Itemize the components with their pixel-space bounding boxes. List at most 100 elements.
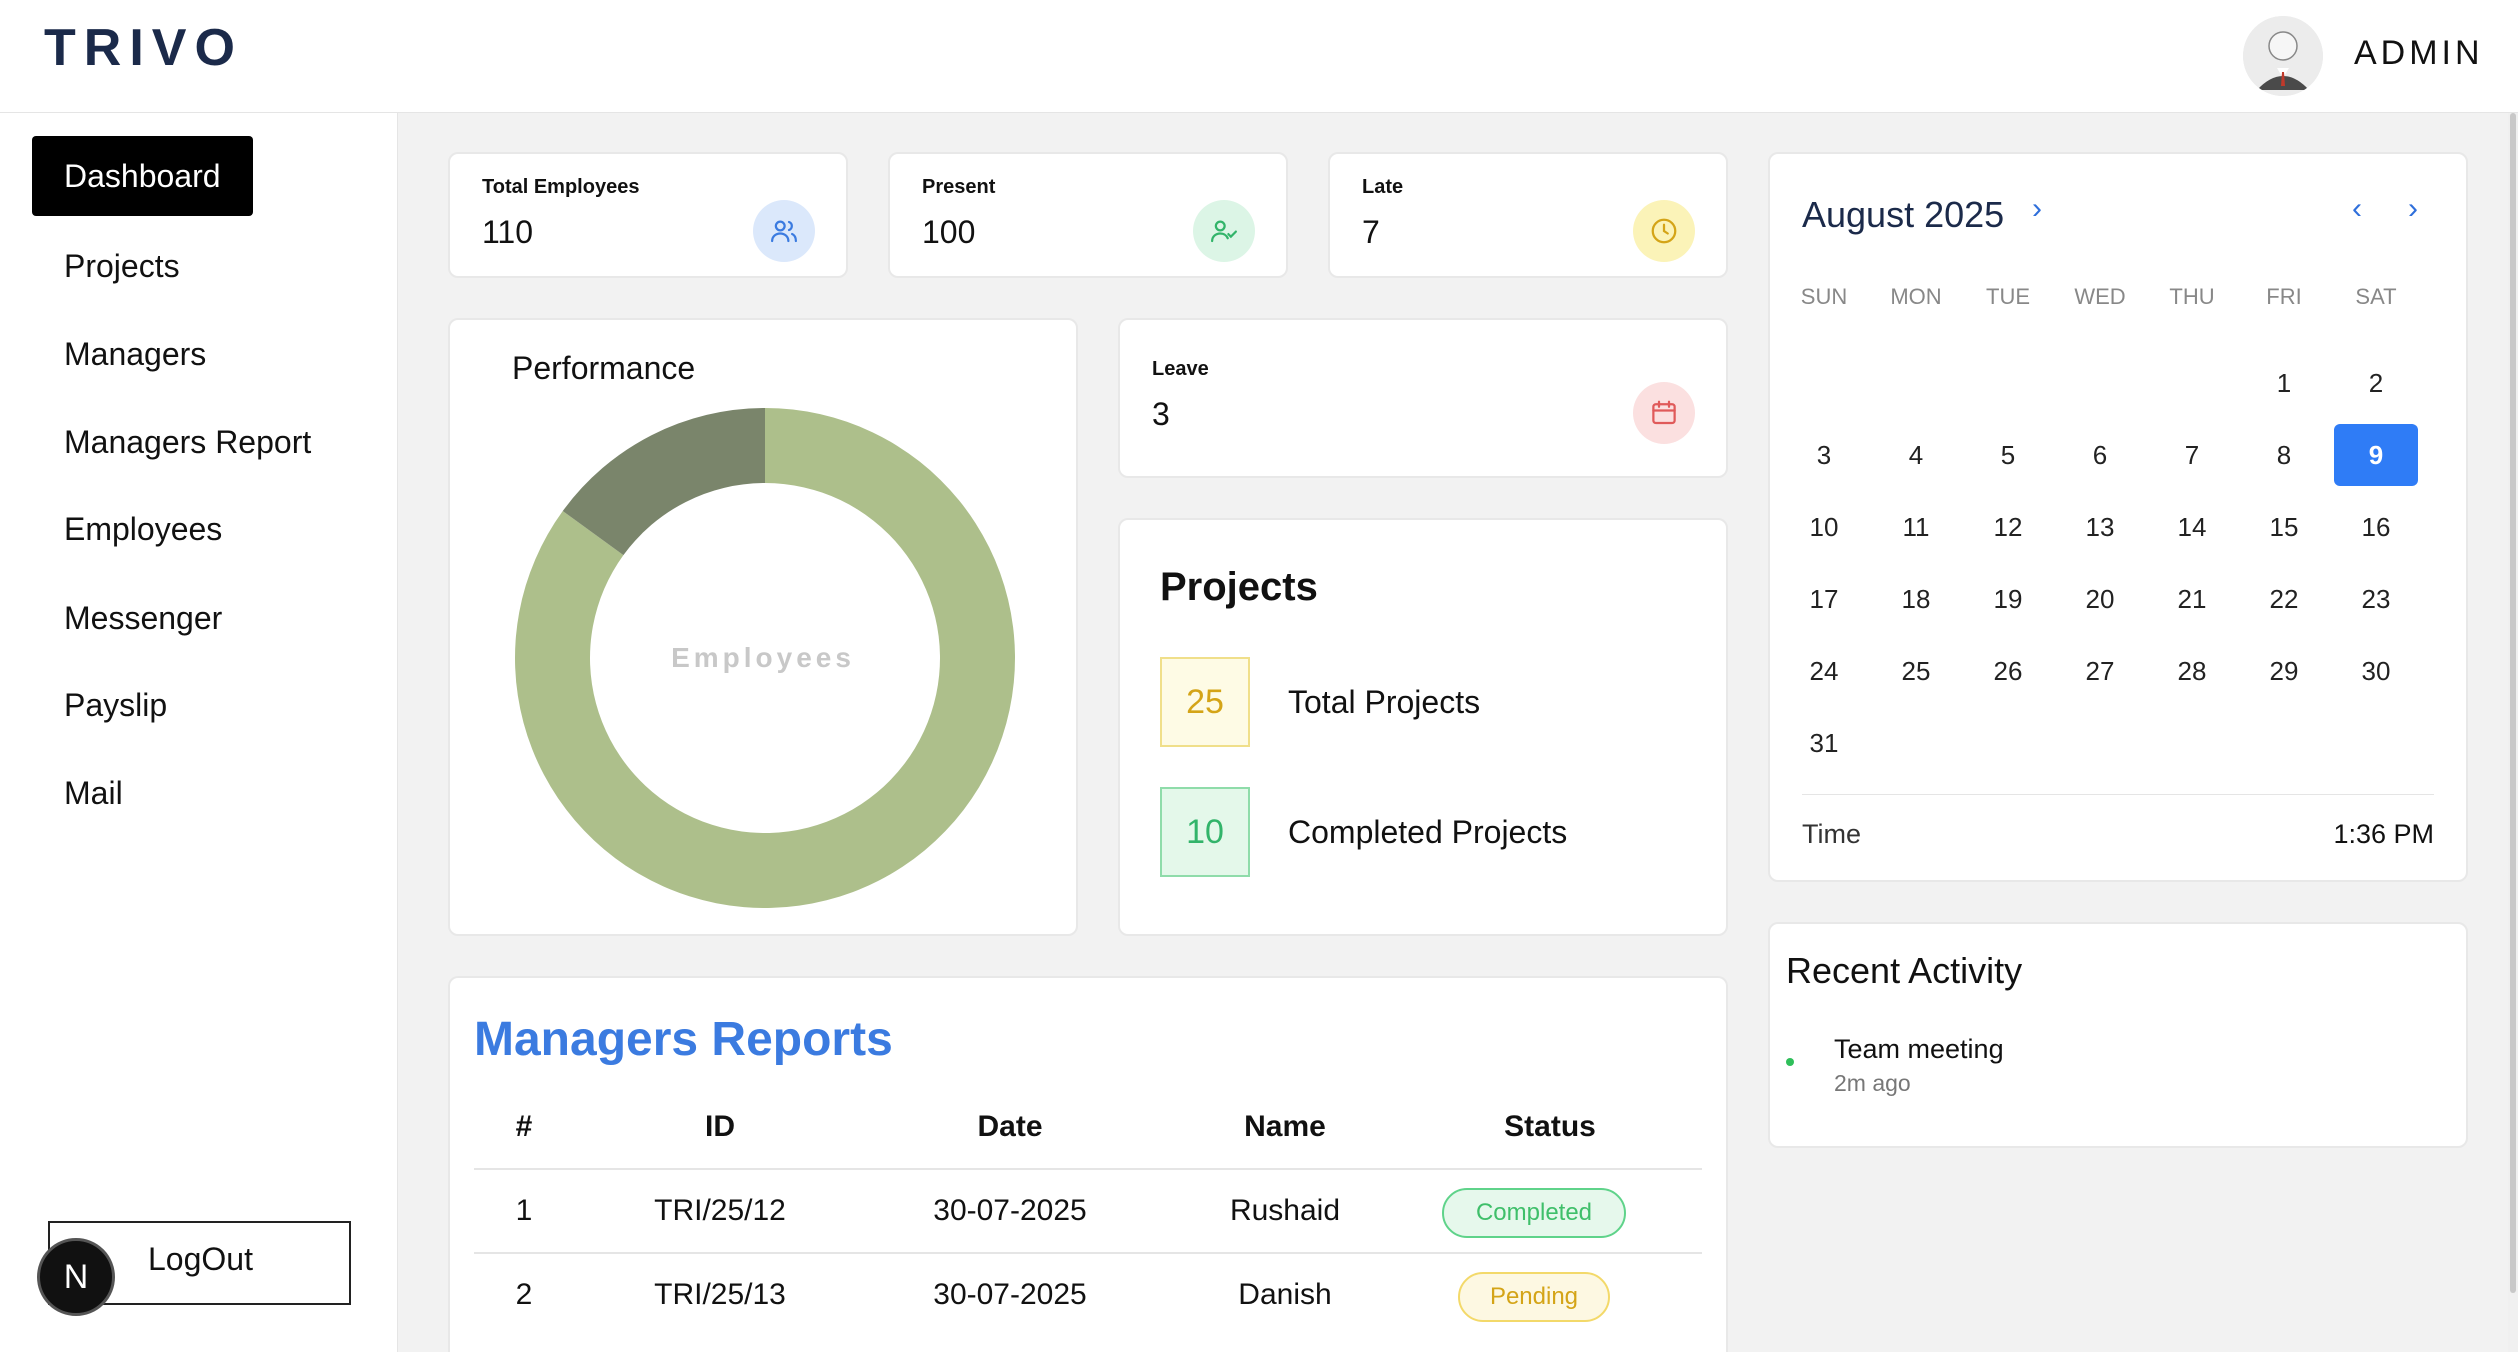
app-logo[interactable]: TRIVO xyxy=(44,18,243,78)
status-badge: Pending xyxy=(1458,1272,1610,1322)
leave-card: Leave 3 xyxy=(1118,318,1728,478)
table-divider xyxy=(474,1168,1702,1170)
sidebar-item-employees[interactable]: Employees xyxy=(32,489,254,569)
row-id: TRI/25/13 xyxy=(654,1278,786,1311)
calendar-day[interactable]: 20 xyxy=(2058,568,2142,630)
calendar-day[interactable]: 23 xyxy=(2334,568,2418,630)
scrollbar-thumb[interactable] xyxy=(2510,113,2516,1293)
logout-label: LogOut xyxy=(148,1241,253,1277)
stat-value: 100 xyxy=(922,214,976,250)
time-value: 1:36 PM xyxy=(2333,819,2434,849)
total-employees-card: Total Employees 110 xyxy=(448,152,848,278)
completed-projects-count: 10 xyxy=(1160,787,1250,877)
calendar-day[interactable]: 16 xyxy=(2334,496,2418,558)
calendar-day[interactable]: 27 xyxy=(2058,640,2142,702)
sidebar-item-payslip[interactable]: Payslip xyxy=(32,665,199,745)
calendar-month-label: August 2025 xyxy=(1802,194,2005,235)
performance-donut-chart xyxy=(515,408,1015,908)
calendar-day[interactable]: 11 xyxy=(1874,496,1958,558)
calendar-day[interactable]: 8 xyxy=(2242,424,2326,486)
activity-time: 2m ago xyxy=(1834,1070,1911,1096)
donut-segment-1 xyxy=(562,408,765,556)
weekday-label: FRI xyxy=(2266,284,2302,309)
sidebar-item-managers[interactable]: Managers xyxy=(32,314,238,394)
recent-activity-title: Recent Activity xyxy=(1786,950,2023,991)
calendar-day[interactable]: 10 xyxy=(1782,496,1866,558)
weekday-label: SUN xyxy=(1800,284,1848,309)
column-header-status: Status xyxy=(1504,1110,1596,1143)
calendar-day[interactable]: 17 xyxy=(1782,568,1866,630)
stat-title: Late xyxy=(1362,176,1404,198)
completed-projects-label: Completed Projects xyxy=(1288,814,1568,850)
next-month-icon[interactable]: › xyxy=(2408,192,2418,226)
row-name: Danish xyxy=(1238,1278,1332,1311)
performance-card: Performance Employees xyxy=(448,318,1078,936)
activity-dot-icon xyxy=(1786,1058,1794,1066)
calendar-day[interactable]: 4 xyxy=(1874,424,1958,486)
sidebar: Dashboard Projects Managers Managers Rep… xyxy=(0,113,398,1352)
calendar-day[interactable]: 12 xyxy=(1966,496,2050,558)
stat-value: 110 xyxy=(482,214,534,250)
weekday-label: MON xyxy=(1890,284,1942,309)
row-name: Rushaid xyxy=(1229,1194,1341,1227)
calendar-day[interactable]: 13 xyxy=(2058,496,2142,558)
sidebar-item-dashboard[interactable]: Dashboard xyxy=(32,136,253,216)
calendar-day[interactable]: 2 xyxy=(2334,352,2418,414)
month-picker-chevron-icon[interactable]: › xyxy=(2032,192,2042,226)
page-scrollbar[interactable] xyxy=(2508,113,2518,1352)
calendar-day[interactable]: 18 xyxy=(1874,568,1958,630)
calendar-day[interactable]: 1 xyxy=(2242,352,2326,414)
calendar-day[interactable]: 24 xyxy=(1782,640,1866,702)
user-avatar-icon xyxy=(2243,16,2323,96)
avatar[interactable] xyxy=(2243,16,2323,96)
calendar-day[interactable]: 3 xyxy=(1782,424,1866,486)
n-badge[interactable]: N xyxy=(37,1238,115,1316)
stat-title: Leave xyxy=(1152,358,1209,380)
users-icon xyxy=(753,200,815,262)
column-header-date: Date xyxy=(977,1110,1043,1143)
calendar-day[interactable]: 30 xyxy=(2334,640,2418,702)
weekday-label: THU xyxy=(2169,284,2215,309)
column-header-num: # xyxy=(515,1110,533,1143)
sidebar-item-mail[interactable]: Mail xyxy=(32,753,155,833)
managers-reports-title: Managers Reports xyxy=(474,1013,893,1066)
calendar-card: August 2025 › ‹ › SUN MON TUE WED THU FRI SAT … xyxy=(1768,152,2468,882)
column-header-id: ID xyxy=(705,1110,735,1143)
user-name[interactable]: ADMIN xyxy=(2354,34,2484,73)
calendar-day[interactable]: 25 xyxy=(1874,640,1958,702)
calendar-day[interactable]: 5 xyxy=(1966,424,2050,486)
weekday-label: TUE xyxy=(1986,284,2030,309)
calendar-day[interactable]: 28 xyxy=(2150,640,2234,702)
donut-center-label: Employees xyxy=(671,642,855,673)
row-date: 30-07-2025 xyxy=(933,1278,1087,1311)
table-divider xyxy=(474,1252,1702,1254)
column-header-name: Name xyxy=(1244,1110,1326,1143)
stat-value: 7 xyxy=(1362,214,1380,250)
calendar-day[interactable]: 7 xyxy=(2150,424,2234,486)
total-projects-label: Total Projects xyxy=(1288,684,1481,720)
late-card: Late 7 xyxy=(1328,152,1728,278)
stat-value: 3 xyxy=(1152,396,1170,432)
sidebar-item-managers-report[interactable]: Managers Report xyxy=(32,402,343,482)
projects-card: Projects 25 Total Projects 10 Completed … xyxy=(1118,518,1728,936)
calendar-day[interactable]: 19 xyxy=(1966,568,2050,630)
calendar-day[interactable]: 6 xyxy=(2058,424,2142,486)
recent-activity-card: Recent Activity Team meeting 2m ago xyxy=(1768,922,2468,1148)
calendar-day[interactable]: 21 xyxy=(2150,568,2234,630)
sidebar-item-projects[interactable]: Projects xyxy=(32,226,212,306)
calendar-day[interactable]: 14 xyxy=(2150,496,2234,558)
stat-title: Present xyxy=(922,176,996,198)
calendar-day[interactable]: 29 xyxy=(2242,640,2326,702)
present-card: Present 100 xyxy=(888,152,1288,278)
row-id: TRI/25/12 xyxy=(654,1194,786,1227)
total-projects-count: 25 xyxy=(1160,657,1250,747)
calendar-day[interactable]: 31 xyxy=(1782,712,1866,774)
row-date: 30-07-2025 xyxy=(933,1194,1087,1227)
calendar-day[interactable]: 22 xyxy=(2242,568,2326,630)
prev-month-icon[interactable]: ‹ xyxy=(2352,192,2362,226)
calendar-day[interactable]: 15 xyxy=(2242,496,2326,558)
calendar-day[interactable]: 9 xyxy=(2334,424,2418,486)
row-num: 1 xyxy=(515,1194,533,1227)
sidebar-item-messenger[interactable]: Messenger xyxy=(32,578,254,658)
calendar-day[interactable]: 26 xyxy=(1966,640,2050,702)
